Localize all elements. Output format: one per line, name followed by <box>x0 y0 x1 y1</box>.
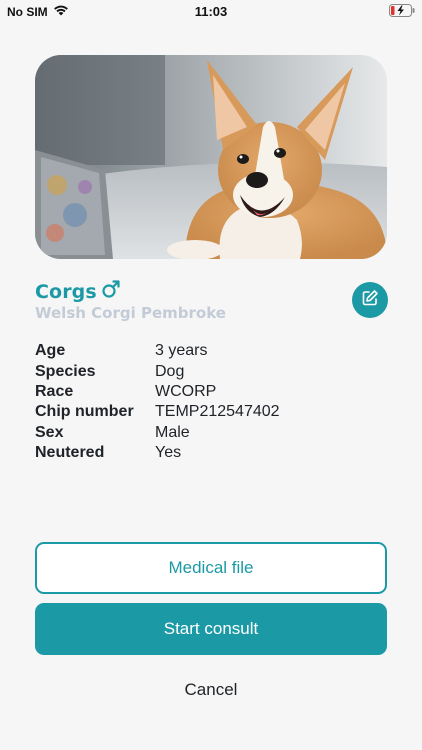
male-symbol-icon <box>101 279 121 304</box>
detail-value: Dog <box>155 362 185 380</box>
start-consult-button[interactable]: Start consult <box>35 603 387 655</box>
medical-file-button[interactable]: Medical file <box>35 542 387 594</box>
detail-row-neutered: Neutered Yes <box>35 443 375 463</box>
edit-pet-button[interactable] <box>352 282 388 318</box>
detail-row-sex: Sex Male <box>35 423 375 443</box>
detail-label: Age <box>35 342 66 360</box>
pet-photo <box>35 55 387 259</box>
start-consult-label: Start consult <box>163 619 259 638</box>
detail-value: WCORP <box>155 382 217 400</box>
battery-charging-icon <box>389 4 415 22</box>
detail-label: Neutered <box>35 444 105 462</box>
status-time: 11:03 <box>194 4 228 19</box>
detail-label: Chip number <box>35 403 134 421</box>
detail-value: TEMP212547402 <box>155 403 280 421</box>
cancel-label: Cancel <box>184 680 238 699</box>
pet-breed: Welsh Corgi Pembroke <box>35 304 226 322</box>
detail-value: Yes <box>155 444 182 462</box>
pet-name-row: Corgs <box>35 279 121 304</box>
detail-row-species: Species Dog <box>35 361 375 381</box>
status-bar: No SIM 11:03 <box>0 0 422 22</box>
pet-name: Corgs <box>35 280 97 303</box>
detail-row-chip-number: Chip number TEMP212547402 <box>35 402 375 422</box>
detail-label: Race <box>35 382 74 400</box>
detail-label: Species <box>35 362 96 380</box>
detail-value: 3 years <box>155 342 208 360</box>
detail-row-race: Race WCORP <box>35 382 375 402</box>
detail-label: Sex <box>35 423 64 441</box>
detail-value: Male <box>155 423 190 441</box>
detail-row-age: Age 3 years <box>35 341 375 361</box>
pet-details: Age 3 years Species Dog Race WCORP Chip … <box>35 341 375 463</box>
medical-file-label: Medical file <box>168 558 254 577</box>
cancel-button[interactable]: Cancel <box>35 676 387 704</box>
edit-icon <box>361 289 379 312</box>
